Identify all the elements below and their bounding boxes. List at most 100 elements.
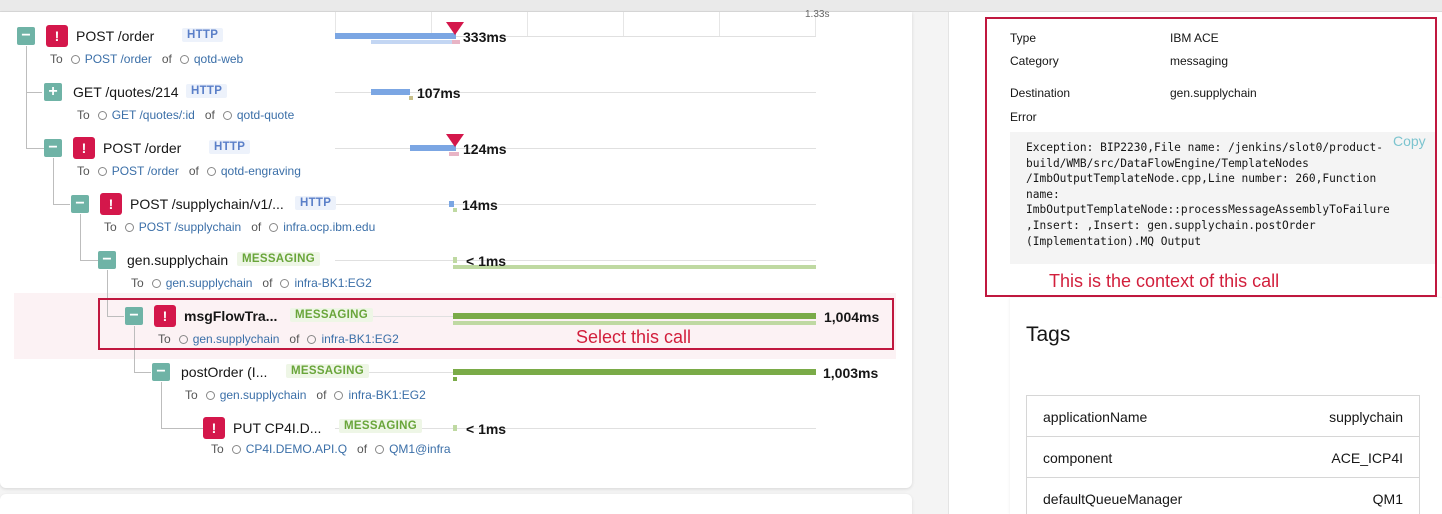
- span-subtitle: To gen.supplychain of infra-BK1:EG2: [131, 276, 372, 290]
- service-icon: [269, 223, 279, 232]
- tag-row: component ACE_ICP4I: [1027, 437, 1419, 478]
- span-name[interactable]: GET /quotes/214: [73, 84, 179, 100]
- span-name[interactable]: PUT CP4I.D...: [233, 420, 321, 436]
- service-link[interactable]: qotd-quote: [237, 108, 294, 122]
- expand-toggle[interactable]: +: [44, 83, 62, 101]
- duration-bar-secondary: [453, 208, 457, 212]
- error-marker-icon: [446, 134, 464, 147]
- endpoint-icon: [151, 279, 161, 288]
- tags-title: Tags: [1026, 323, 1071, 346]
- select-annotation-box: [98, 298, 894, 350]
- duration-bar: [335, 33, 456, 39]
- service-icon: [334, 391, 344, 400]
- select-annotation-text: Select this call: [576, 327, 692, 347]
- duration-bar: [371, 89, 410, 95]
- endpoint-icon: [97, 111, 107, 120]
- duration-bar-secondary: [409, 96, 413, 100]
- tree-line: [80, 260, 98, 261]
- span-name[interactable]: POST /order: [76, 28, 154, 44]
- span-subtitle: To POST /order of qotd-web: [50, 52, 244, 66]
- span-name[interactable]: POST /order: [103, 140, 181, 156]
- endpoint-link[interactable]: GET /quotes/:id: [112, 108, 195, 122]
- span-type-badge: HTTP: [186, 84, 228, 98]
- timeline-tick: [623, 12, 624, 36]
- timeline-tick-label: 1.33s: [805, 9, 830, 20]
- endpoint-link[interactable]: gen.supplychain: [220, 388, 307, 402]
- tree-line: [26, 148, 44, 149]
- span-name[interactable]: POST /supplychain/v1/...: [130, 196, 284, 212]
- endpoint-link[interactable]: POST /order: [85, 52, 152, 66]
- endpoint-icon: [205, 391, 215, 400]
- tag-key: component: [1043, 450, 1113, 466]
- service-icon: [280, 279, 290, 288]
- span-subtitle: To CP4I.DEMO.API.Q of QM1@infra: [211, 442, 451, 456]
- span-subtitle: To POST /order of qotd-engraving: [77, 164, 301, 178]
- endpoint-link[interactable]: gen.supplychain: [166, 276, 253, 290]
- collapse-toggle[interactable]: −: [17, 27, 35, 45]
- endpoint-link[interactable]: POST /order: [112, 164, 179, 178]
- tag-row: applicationName supplychain: [1027, 396, 1419, 437]
- tree-line: [53, 204, 70, 205]
- duration-bar-secondary: [453, 377, 457, 381]
- service-link[interactable]: QM1@infra: [389, 442, 451, 456]
- timeline-tick: [527, 12, 528, 36]
- error-icon: !: [46, 25, 68, 47]
- error-icon: !: [73, 137, 95, 159]
- duration-bar: [453, 257, 457, 263]
- endpoint-link[interactable]: POST /supplychain: [139, 220, 242, 234]
- service-link[interactable]: infra.ocp.ibm.edu: [283, 220, 375, 234]
- endpoint-link[interactable]: CP4I.DEMO.API.Q: [246, 442, 347, 456]
- service-link[interactable]: infra-BK1:EG2: [348, 388, 425, 402]
- endpoint-icon: [97, 167, 107, 176]
- service-icon: [222, 111, 232, 120]
- span-duration: 124ms: [463, 141, 507, 157]
- endpoint-icon: [124, 223, 134, 232]
- service-icon: [206, 167, 216, 176]
- collapse-toggle[interactable]: −: [98, 251, 116, 269]
- context-annotation-text: This is the context of this call: [1049, 271, 1280, 291]
- span-subtitle: To gen.supplychain of infra-BK1:EG2: [185, 388, 426, 402]
- span-type-badge: HTTP: [295, 196, 337, 210]
- tags-table: applicationName supplychain component AC…: [1026, 395, 1420, 514]
- error-marker-bar: [449, 152, 459, 156]
- service-icon: [375, 445, 385, 454]
- duration-bar-secondary: [371, 40, 459, 44]
- next-panel: [0, 494, 912, 514]
- span-type-badge: HTTP: [182, 28, 224, 42]
- span-duration: 107ms: [417, 85, 461, 101]
- collapse-toggle[interactable]: −: [152, 363, 170, 381]
- span-type-badge: MESSAGING: [339, 419, 422, 433]
- top-bar: [0, 0, 1442, 12]
- tag-value: QM1: [1372, 491, 1403, 507]
- collapse-toggle[interactable]: −: [44, 139, 62, 157]
- span-duration: < 1ms: [466, 421, 507, 437]
- span-type-badge: MESSAGING: [286, 364, 369, 378]
- tag-row: defaultQueueManager QM1: [1027, 478, 1419, 514]
- tree-line: [161, 428, 203, 429]
- tree-line: [26, 92, 42, 93]
- collapse-toggle[interactable]: −: [71, 195, 89, 213]
- service-link[interactable]: qotd-engraving: [221, 164, 301, 178]
- tree-line: [134, 372, 151, 373]
- row-gridline: [335, 204, 816, 205]
- row-gridline: [335, 260, 816, 261]
- service-icon: [179, 55, 189, 64]
- span-name[interactable]: gen.supplychain: [127, 252, 228, 268]
- row-gridline: [335, 148, 816, 149]
- tree-line: [26, 46, 27, 148]
- error-icon: !: [203, 417, 225, 439]
- span-duration: 1,003ms: [823, 365, 879, 381]
- service-link[interactable]: infra-BK1:EG2: [294, 276, 371, 290]
- error-marker-bar: [452, 40, 460, 44]
- span-subtitle: To POST /supplychain of infra.ocp.ibm.edu: [104, 220, 376, 234]
- tree-line: [53, 158, 54, 204]
- span-name[interactable]: postOrder (I...: [181, 364, 267, 380]
- duration-bar: [449, 201, 454, 207]
- endpoint-icon: [231, 445, 241, 454]
- endpoint-icon: [70, 55, 80, 64]
- span-duration: 333ms: [463, 29, 507, 45]
- service-link[interactable]: qotd-web: [194, 52, 243, 66]
- span-duration: 14ms: [462, 197, 498, 213]
- duration-bar: [453, 425, 457, 431]
- duration-bar: [453, 369, 816, 375]
